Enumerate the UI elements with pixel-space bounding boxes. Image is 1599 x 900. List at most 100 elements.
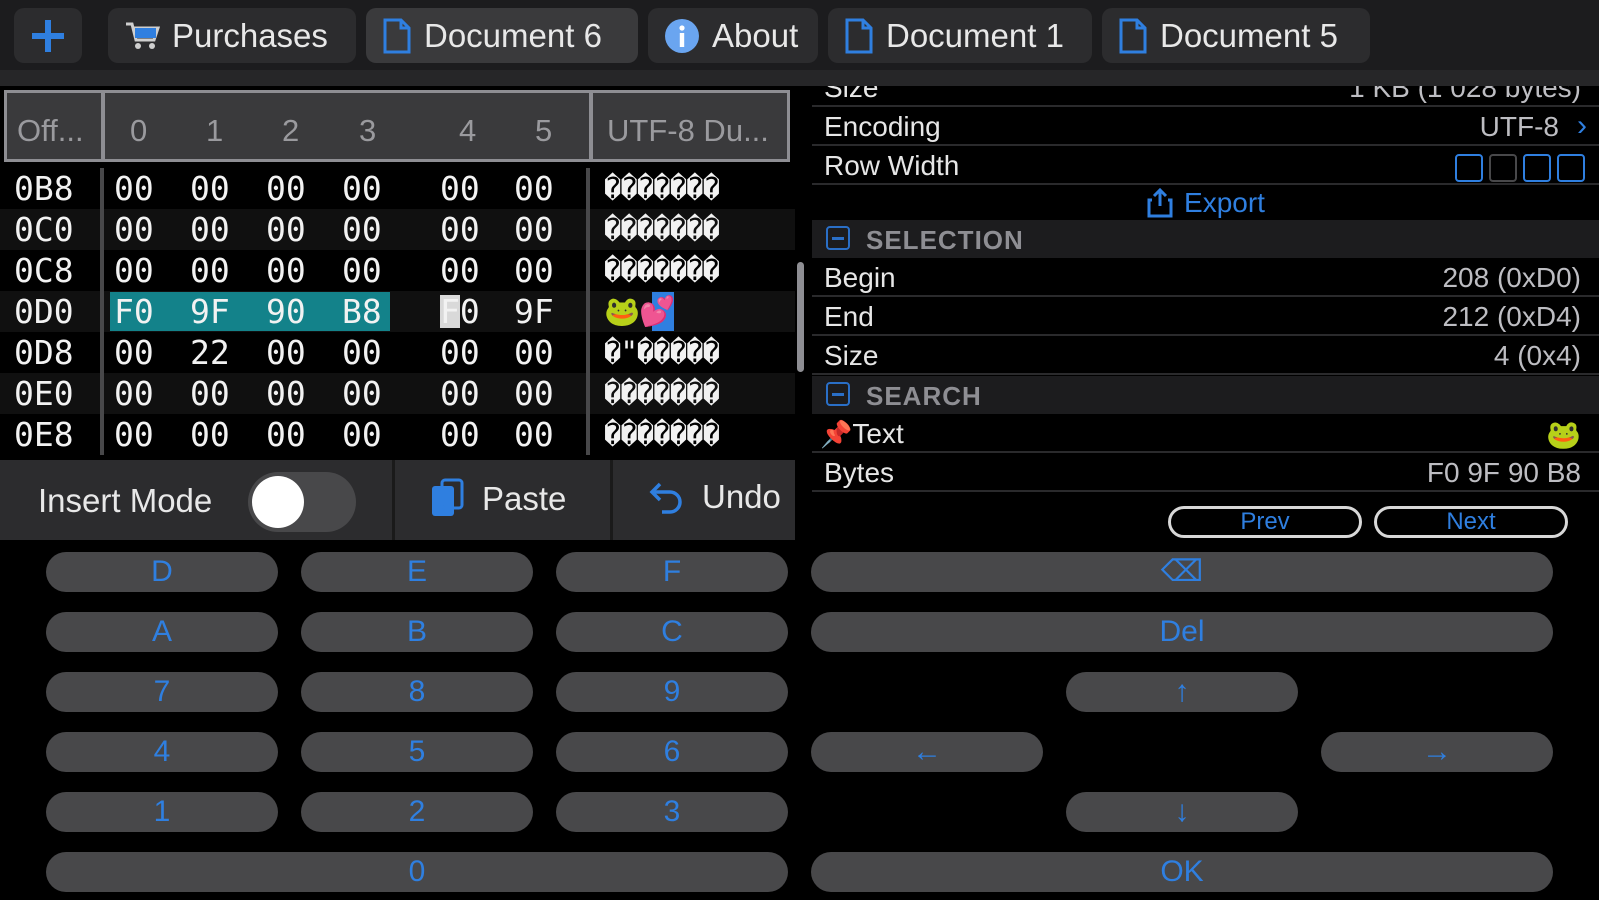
- encoding-row[interactable]: Encoding UTF-8 ›: [812, 107, 1599, 146]
- hex-byte[interactable]: 00: [342, 415, 382, 454]
- tab-document-1[interactable]: Document 1: [828, 8, 1092, 63]
- hex-byte[interactable]: 00: [266, 169, 306, 208]
- search-text-value[interactable]: 🐸: [1546, 418, 1581, 451]
- hex-byte[interactable]: 00: [514, 415, 554, 454]
- hex-byte[interactable]: F0: [114, 292, 154, 331]
- hex-byte[interactable]: 00: [114, 374, 154, 413]
- hex-byte[interactable]: 00: [514, 333, 554, 372]
- hex-byte[interactable]: 00: [114, 251, 154, 290]
- arrow-left-key[interactable]: ←: [811, 732, 1043, 772]
- utf8-text[interactable]: �������: [604, 210, 720, 249]
- hex-byte[interactable]: 00: [266, 374, 306, 413]
- key-a[interactable]: A: [46, 612, 278, 652]
- hex-byte[interactable]: 00: [342, 169, 382, 208]
- export-button[interactable]: Export: [812, 185, 1599, 224]
- key-f[interactable]: F: [556, 552, 788, 592]
- hex-byte[interactable]: 00: [514, 169, 554, 208]
- hex-byte[interactable]: 00: [514, 210, 554, 249]
- key-b[interactable]: B: [301, 612, 533, 652]
- utf8-text[interactable]: �������: [604, 374, 720, 413]
- utf8-text[interactable]: �������: [604, 169, 720, 208]
- hex-byte[interactable]: 00: [342, 251, 382, 290]
- hex-byte[interactable]: 00: [440, 333, 480, 372]
- hex-row[interactable]: 0E8 00 00 00 00 00 00 �������: [0, 414, 795, 455]
- paste-button[interactable]: Paste: [430, 478, 566, 520]
- utf8-text[interactable]: �������: [604, 415, 720, 454]
- hex-row[interactable]: 0D0 F0 9F 90 B8 F0 9F 🐸💕: [0, 291, 795, 332]
- hex-editor[interactable]: Off... 0 1 2 3 4 5 UTF-8 Du... 0B8 00 00 00…: [0, 86, 795, 466]
- key-3[interactable]: 3: [556, 792, 788, 832]
- key-2[interactable]: 2: [301, 792, 533, 832]
- undo-button[interactable]: Undo: [648, 478, 781, 516]
- row-width-option-icon[interactable]: [1455, 153, 1483, 182]
- hex-byte[interactable]: 00: [114, 333, 154, 372]
- hex-byte[interactable]: 00: [114, 415, 154, 454]
- hex-byte[interactable]: 00: [114, 169, 154, 208]
- hex-byte[interactable]: F0: [440, 292, 480, 331]
- hex-byte[interactable]: 00: [514, 374, 554, 413]
- hex-byte[interactable]: 9F: [514, 292, 554, 331]
- key-d[interactable]: D: [46, 552, 278, 592]
- hex-byte[interactable]: 00: [190, 169, 230, 208]
- tab-purchases[interactable]: Purchases: [108, 8, 356, 63]
- arrow-up-key[interactable]: ↑: [1066, 672, 1298, 712]
- key-9[interactable]: 9: [556, 672, 788, 712]
- hex-byte[interactable]: 00: [190, 415, 230, 454]
- row-width-option-icon[interactable]: [1557, 153, 1585, 182]
- key-1[interactable]: 1: [46, 792, 278, 832]
- arrow-right-key[interactable]: →: [1321, 732, 1553, 772]
- hex-byte[interactable]: 00: [342, 374, 382, 413]
- key-5[interactable]: 5: [301, 732, 533, 772]
- row-width-selector[interactable]: [1449, 150, 1585, 182]
- next-button[interactable]: Next: [1374, 506, 1568, 538]
- hex-byte[interactable]: 00: [440, 169, 480, 208]
- search-bytes-value[interactable]: F0 9F 90 B8: [1427, 457, 1581, 489]
- row-width-option-icon[interactable]: [1523, 153, 1551, 182]
- hex-byte[interactable]: 00: [440, 374, 480, 413]
- key-6[interactable]: 6: [556, 732, 788, 772]
- row-width-option-icon[interactable]: [1489, 153, 1517, 182]
- key-7[interactable]: 7: [46, 672, 278, 712]
- hex-byte[interactable]: 9F: [190, 292, 230, 331]
- tab-document-6[interactable]: Document 6: [366, 8, 638, 63]
- key-0[interactable]: 0: [46, 852, 788, 892]
- prev-button[interactable]: Prev: [1168, 506, 1362, 538]
- selection-section-header[interactable]: SELECTION: [812, 220, 1599, 258]
- key-e[interactable]: E: [301, 552, 533, 592]
- hex-byte[interactable]: 00: [440, 251, 480, 290]
- hex-scrollbar[interactable]: [797, 262, 804, 372]
- hex-byte[interactable]: 00: [114, 210, 154, 249]
- hex-byte[interactable]: 00: [266, 251, 306, 290]
- backspace-key[interactable]: ⌫: [811, 552, 1553, 592]
- utf8-text[interactable]: 🐸💕: [604, 292, 675, 331]
- hex-byte[interactable]: 00: [440, 210, 480, 249]
- key-8[interactable]: 8: [301, 672, 533, 712]
- arrow-down-key[interactable]: ↓: [1066, 792, 1298, 832]
- search-text-row[interactable]: 📌Text 🐸: [812, 414, 1599, 453]
- hex-byte[interactable]: 00: [342, 333, 382, 372]
- utf8-text[interactable]: �������: [604, 251, 720, 290]
- hex-byte[interactable]: 00: [266, 333, 306, 372]
- hex-byte[interactable]: 00: [190, 251, 230, 290]
- insert-mode-toggle[interactable]: [248, 472, 356, 532]
- add-tab-button[interactable]: [14, 8, 82, 63]
- ok-key[interactable]: OK: [811, 852, 1553, 892]
- hex-byte[interactable]: 00: [342, 210, 382, 249]
- hex-byte[interactable]: 00: [514, 251, 554, 290]
- hex-byte[interactable]: 22: [190, 333, 230, 372]
- hex-row[interactable]: 0B8 00 00 00 00 00 00 �������: [0, 168, 795, 209]
- search-bytes-row[interactable]: Bytes F0 9F 90 B8: [812, 453, 1599, 492]
- hex-byte[interactable]: 00: [190, 210, 230, 249]
- tab-document-5[interactable]: Document 5: [1102, 8, 1370, 63]
- hex-byte[interactable]: 90: [266, 292, 306, 331]
- hex-byte[interactable]: 00: [440, 415, 480, 454]
- search-section-header[interactable]: SEARCH: [812, 376, 1599, 414]
- hex-row[interactable]: 0D8 00 22 00 00 00 00 �"�����: [0, 332, 795, 373]
- hex-byte[interactable]: 00: [266, 210, 306, 249]
- key-4[interactable]: 4: [46, 732, 278, 772]
- hex-byte[interactable]: 00: [190, 374, 230, 413]
- utf8-text[interactable]: �"�����: [604, 333, 720, 372]
- hex-row[interactable]: 0E0 00 00 00 00 00 00 �������: [0, 373, 795, 414]
- hex-row[interactable]: 0C8 00 00 00 00 00 00 �������: [0, 250, 795, 291]
- hex-row[interactable]: 0C0 00 00 00 00 00 00 �������: [0, 209, 795, 250]
